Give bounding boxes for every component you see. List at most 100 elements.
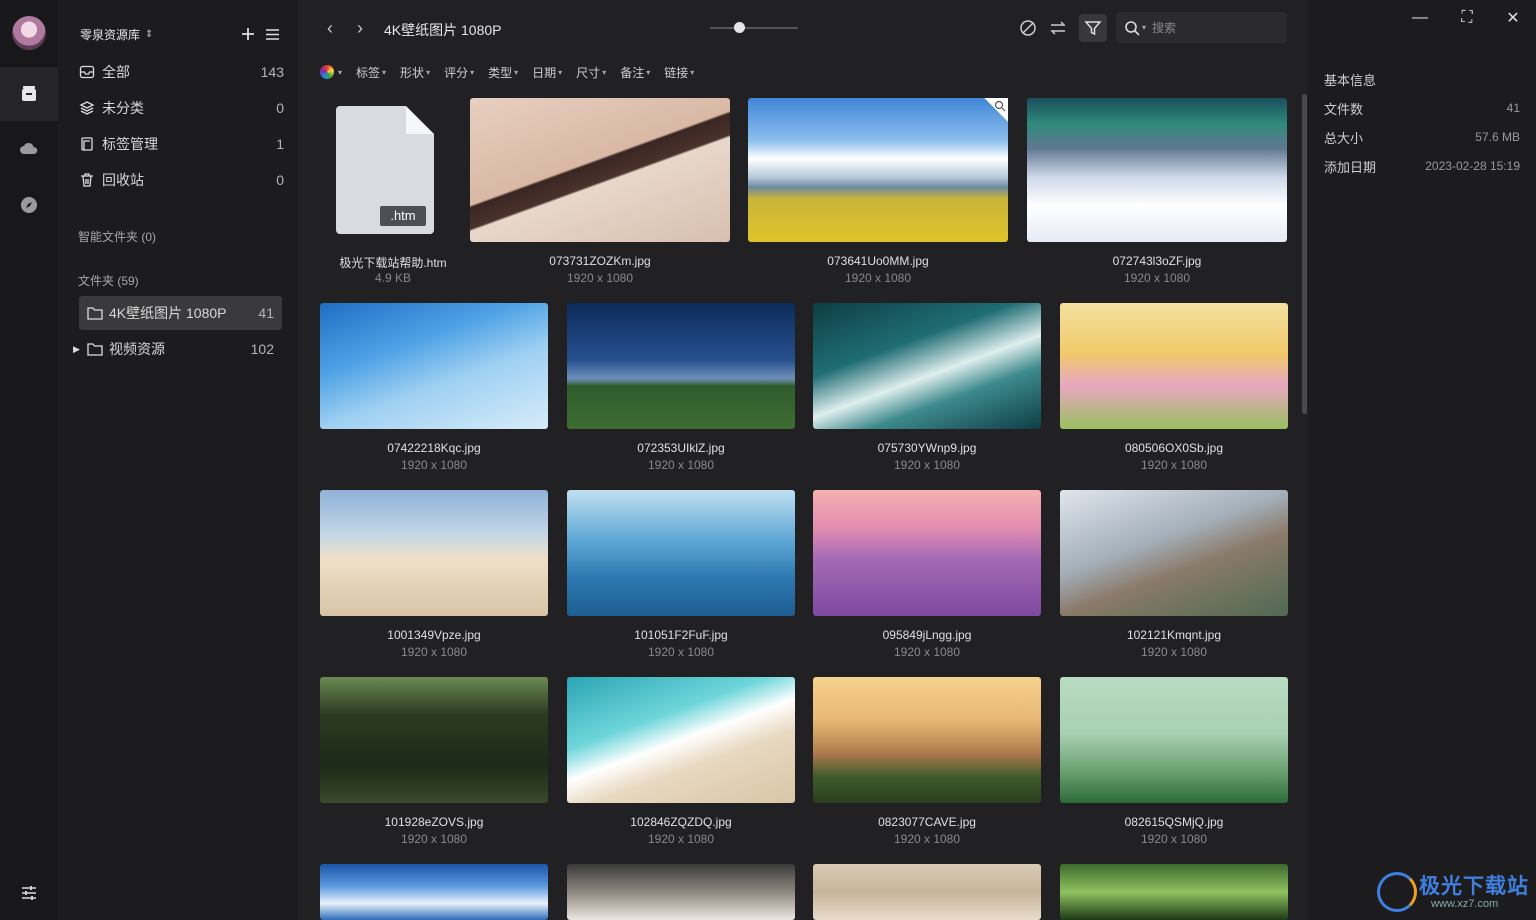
avatar[interactable] xyxy=(12,16,46,50)
cloud-button[interactable] xyxy=(0,122,58,176)
tag-icon xyxy=(81,137,93,151)
watermark-url: www.xz7.com xyxy=(1431,898,1499,910)
file-thumbnail xyxy=(1060,303,1288,429)
file-name: 072353UIklZ.jpg xyxy=(637,441,725,455)
folder-label: 4K壁纸图片 1080P xyxy=(109,305,227,321)
file-meta: 1920 x 1080 xyxy=(893,458,961,472)
file-name: 073731ZOZKm.jpg xyxy=(549,254,651,268)
sliders-icon xyxy=(22,886,36,900)
file-meta: 1920 x 1080 xyxy=(566,271,634,285)
file-name: 极光下载站帮助.htm xyxy=(339,256,447,270)
file-item[interactable]: .htm 极光下载站帮助.htm 4.9 KB xyxy=(320,98,466,285)
file-item[interactable]: 102846ZQZDQ.jpg 1920 x 1080 xyxy=(567,677,795,846)
file-item[interactable]: 102121Kmqnt.jpg 1920 x 1080 xyxy=(1060,490,1288,659)
main-area: ‹ › 4K壁纸图片 1080P ▾ 搜索 ▾ 标签 ▾ 形状 ▾ 评分 ▾ 类型 ▾ … xyxy=(298,0,1308,920)
file-item[interactable]: 07422218Kqc.jpg 1920 x 1080 xyxy=(320,303,548,472)
page-fold-icon xyxy=(406,106,434,134)
file-meta: 1920 x 1080 xyxy=(1140,832,1208,846)
watermark-brand: 极光下载站 xyxy=(1419,875,1529,898)
file-item[interactable]: 101051F2FuF.jpg 1920 x 1080 xyxy=(567,490,795,659)
folders-title[interactable]: 文件夹 (59) xyxy=(78,272,139,289)
file-name: 07422218Kqc.jpg xyxy=(387,441,481,455)
file-item[interactable]: 082615QSMjQ.jpg 1920 x 1080 xyxy=(1060,677,1288,846)
smart-folders-title[interactable]: 智能文件夹 (0) xyxy=(78,228,156,245)
folder-wallpapers[interactable]: 4K壁纸图片 1080P 41 xyxy=(79,296,282,330)
menu-icon[interactable] xyxy=(265,28,280,41)
file-item[interactable]: 101928eZOVS.jpg 1920 x 1080 xyxy=(320,677,548,846)
info-value: 41 xyxy=(1506,101,1520,115)
file-meta: 1920 x 1080 xyxy=(893,832,961,846)
sidebar: 零泉资源库 ⇕ 全部 143 未分类 0 标签管理 1 回收站 0 智能文件夹 … xyxy=(58,0,298,920)
nav-count: 1 xyxy=(276,136,284,152)
info-key: 总大小 xyxy=(1324,130,1364,146)
nav-trash[interactable]: 回收站 0 xyxy=(78,166,284,194)
add-icon[interactable] xyxy=(241,27,255,41)
file-item[interactable]: 080506OX0Sb.jpg 1920 x 1080 xyxy=(1060,303,1288,472)
trash-icon xyxy=(81,173,93,187)
file-name: 1001349Vpze.jpg xyxy=(387,628,481,642)
nav-uncategorized[interactable]: 未分类 0 xyxy=(78,94,284,122)
file-item[interactable]: 0823077CAVE.jpg 1920 x 1080 xyxy=(813,677,1041,846)
file-thumbnail xyxy=(320,677,548,803)
info-title: 基本信息 xyxy=(1324,73,1377,88)
file-thumbnail xyxy=(320,490,548,616)
file-thumbnail xyxy=(1060,490,1288,616)
scrollbar[interactable] xyxy=(1302,94,1307,414)
file-name: 102121Kmqnt.jpg xyxy=(1126,628,1222,642)
file-thumbnail xyxy=(813,677,1041,803)
folder-videos[interactable]: ▶ 视频资源 102 xyxy=(73,332,282,366)
file-thumbnail xyxy=(813,303,1041,429)
settings-button[interactable] xyxy=(0,866,58,920)
file-meta: 1920 x 1080 xyxy=(647,645,715,659)
file-name: 101051F2FuF.jpg xyxy=(634,628,728,642)
file-name: 0823077CAVE.jpg xyxy=(878,815,976,829)
file-item[interactable] xyxy=(1060,864,1288,920)
nav-count: 0 xyxy=(276,100,284,116)
file-item[interactable]: 095849jLngg.jpg 1920 x 1080 xyxy=(813,490,1041,659)
file-meta: 1920 x 1080 xyxy=(647,832,715,846)
file-item[interactable]: 1001349Vpze.jpg 1920 x 1080 xyxy=(320,490,548,659)
library-switcher[interactable]: 零泉资源库 ⇕ xyxy=(80,24,280,44)
info-value: 2023-02-28 15:19 xyxy=(1425,159,1520,173)
library-button[interactable] xyxy=(0,67,58,121)
nav-label: 全部 xyxy=(102,64,130,80)
file-name: 080506OX0Sb.jpg xyxy=(1124,441,1224,455)
nav-tags[interactable]: 标签管理 1 xyxy=(78,130,284,158)
library-name: 零泉资源库 xyxy=(80,27,141,42)
file-item[interactable]: 072353UIklZ.jpg 1920 x 1080 xyxy=(567,303,795,472)
file-meta: 1920 x 1080 xyxy=(1140,458,1208,472)
minimize-button[interactable]: — xyxy=(1406,8,1434,28)
file-item[interactable]: 073641Uo0MM.jpg 1920 x 1080 xyxy=(748,98,1008,285)
file-meta: 1920 x 1080 xyxy=(400,645,468,659)
logo-mark-icon xyxy=(1377,872,1417,912)
file-item[interactable]: 075730YWnp9.jpg 1920 x 1080 xyxy=(813,303,1041,472)
info-key: 文件数 xyxy=(1324,101,1364,117)
close-button[interactable]: ✕ xyxy=(1499,8,1527,28)
expand-caret-icon[interactable]: ▶ xyxy=(73,344,80,355)
inbox-icon xyxy=(79,65,95,79)
file-item[interactable] xyxy=(813,864,1041,920)
file-thumbnail xyxy=(1060,864,1288,920)
explore-button[interactable] xyxy=(0,178,58,232)
file-name: 075730YWnp9.jpg xyxy=(877,441,977,455)
file-meta: 1920 x 1080 xyxy=(844,271,912,285)
maximize-button[interactable]: ⛶ xyxy=(1453,8,1481,28)
file-meta: 4.9 KB xyxy=(374,271,412,285)
file-item[interactable] xyxy=(567,864,795,920)
file-thumbnail xyxy=(813,490,1041,616)
file-item[interactable]: 073731ZOZKm.jpg 1920 x 1080 xyxy=(470,98,730,285)
file-item[interactable]: 072743l3oZF.jpg 1920 x 1080 xyxy=(1027,98,1287,285)
info-value: 57.6 MB xyxy=(1475,130,1520,144)
file-item[interactable] xyxy=(320,864,548,920)
file-thumbnail xyxy=(567,490,795,616)
info-key: 添加日期 xyxy=(1324,159,1377,175)
nav-all[interactable]: 全部 143 xyxy=(78,58,284,86)
file-meta: 1920 x 1080 xyxy=(647,458,715,472)
file-name: 101928eZOVS.jpg xyxy=(384,815,484,829)
zoom-preview-icon[interactable] xyxy=(984,98,1008,122)
file-meta: 1920 x 1080 xyxy=(400,458,468,472)
nav-label: 未分类 xyxy=(102,100,144,116)
file-meta: 1920 x 1080 xyxy=(893,645,961,659)
folder-label: 视频资源 xyxy=(109,341,165,357)
file-thumbnail xyxy=(567,677,795,803)
